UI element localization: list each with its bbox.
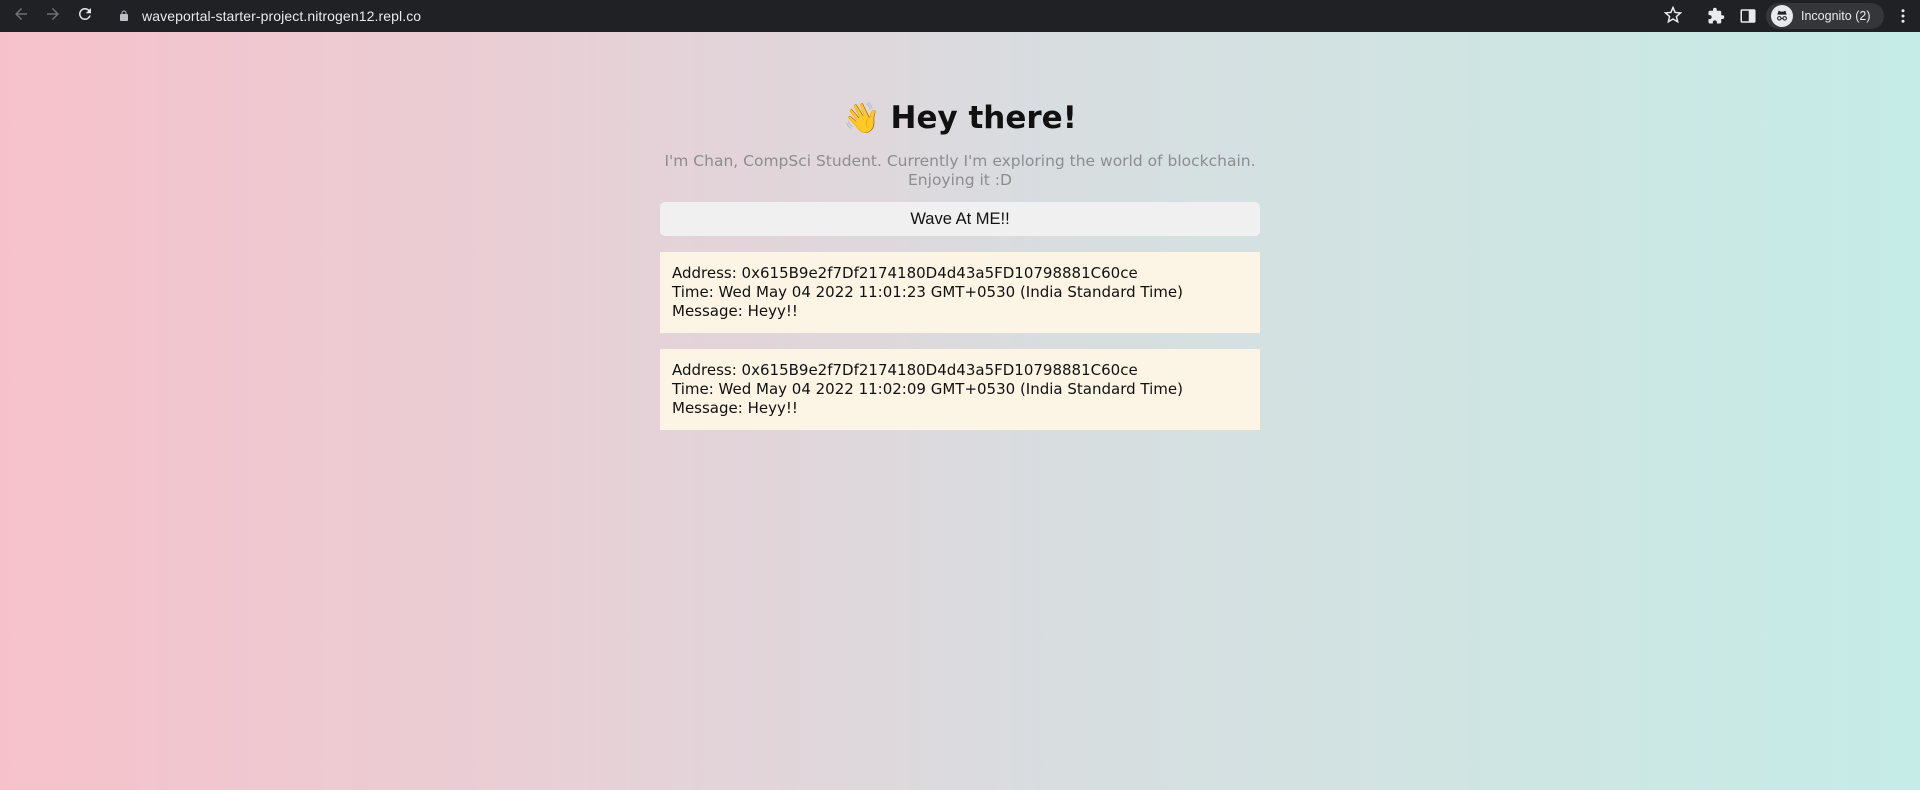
page-title-text: Hey there! bbox=[890, 100, 1077, 136]
page-content: 👋 Hey there! I'm Chan, CompSci Student. … bbox=[0, 32, 1920, 790]
star-icon[interactable] bbox=[1663, 5, 1684, 26]
wave-message: Message: Heyy!! bbox=[672, 399, 798, 417]
side-panel-icon[interactable] bbox=[1738, 6, 1758, 26]
wave-time: Time: Wed May 04 2022 11:01:23 GMT+0530 … bbox=[672, 283, 1183, 301]
incognito-profile-button[interactable]: Incognito (2) bbox=[1766, 3, 1884, 29]
browser-toolbar: waveportal-starter-project.nitrogen12.re… bbox=[0, 0, 1920, 32]
reload-icon bbox=[76, 5, 94, 27]
wave-address: Address: 0x615B9e2f7Df2174180D4d43a5FD10… bbox=[672, 264, 1138, 282]
incognito-icon bbox=[1771, 5, 1793, 27]
wave-address: Address: 0x615B9e2f7Df2174180D4d43a5FD10… bbox=[672, 361, 1138, 379]
lock-icon[interactable] bbox=[118, 9, 132, 23]
wave-card: Address: 0x615B9e2f7Df2174180D4d43a5FD10… bbox=[660, 349, 1260, 430]
arrow-right-icon bbox=[44, 5, 62, 27]
wave-button[interactable]: Wave At ME!! bbox=[660, 202, 1260, 236]
waving-hand-icon: 👋 bbox=[843, 100, 881, 136]
puzzle-icon[interactable] bbox=[1706, 6, 1726, 26]
main-container: 👋 Hey there! I'm Chan, CompSci Student. … bbox=[660, 32, 1260, 430]
page-title: 👋 Hey there! bbox=[843, 98, 1077, 138]
arrow-left-icon bbox=[12, 5, 30, 27]
wave-message: Message: Heyy!! bbox=[672, 302, 798, 320]
url-text[interactable]: waveportal-starter-project.nitrogen12.re… bbox=[142, 8, 421, 24]
incognito-label: Incognito (2) bbox=[1801, 9, 1871, 23]
wave-time: Time: Wed May 04 2022 11:02:09 GMT+0530 … bbox=[672, 380, 1183, 398]
reload-button[interactable] bbox=[71, 2, 99, 30]
bio-text: I'm Chan, CompSci Student. Currently I'm… bbox=[664, 152, 1256, 189]
back-button[interactable] bbox=[7, 2, 35, 30]
kebab-menu-icon[interactable] bbox=[1893, 6, 1913, 26]
wave-card: Address: 0x615B9e2f7Df2174180D4d43a5FD10… bbox=[660, 252, 1260, 333]
address-bar[interactable]: waveportal-starter-project.nitrogen12.re… bbox=[108, 1, 1691, 31]
forward-button[interactable] bbox=[39, 2, 67, 30]
